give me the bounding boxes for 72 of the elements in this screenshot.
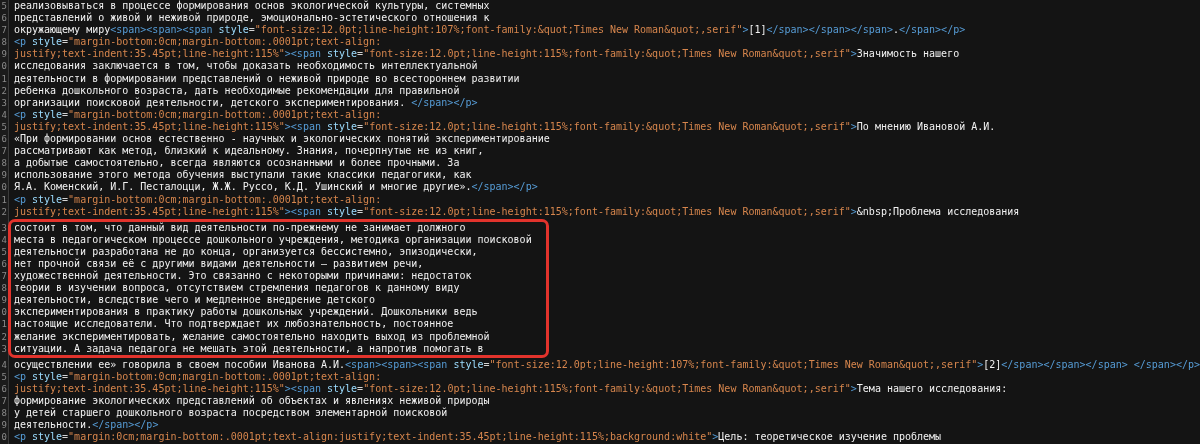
line-number: 0: [0, 431, 8, 444]
code-line: деятельности разработана не до конца, организуется бессистемно, эпизодически,: [13, 245, 478, 258]
line-number: 4: [0, 108, 8, 121]
code-line: художественной деятельности. Это связанно с некоторыми причинами: недостаток: [13, 270, 472, 283]
code-line: настоящие исследователи. Что подтверждает их любознательность, постоянное: [13, 318, 454, 331]
line-number: 9: [0, 419, 8, 432]
code-line: места в педагогическом процессе дошкольного учреждения, методика организации поисковой: [13, 233, 532, 246]
code-line: использование этого метода обучения выступали такие классики педагогики, как: [13, 169, 472, 181]
line-number: 8: [0, 282, 8, 295]
code-line: justify;text-indent:35.45pt;line-height:115%"><span style="font-size:12.0pt;line-height:115%;font-family:&quot;Times New Roman&quot;,serif">&nbsp;Проблема исследования: [13, 205, 1020, 218]
code-line: теории в изучении вопроса, отсутствием стремления педагогов к данному виду: [13, 282, 460, 295]
line-number: 2: [0, 330, 8, 343]
line-number: 6: [0, 133, 8, 146]
code-line: деятельности.</span></p>: [13, 419, 159, 432]
code-line: представлений о живой и неживой природе, эмоционально-эстетического отношения к: [13, 12, 490, 25]
line-number: 5: [0, 120, 8, 134]
code-line: деятельности, вследствие чего и медленное внедрение детского: [13, 294, 376, 306]
line-number: 4: [0, 358, 8, 371]
line-number: 3: [0, 221, 8, 234]
line-number: 9: [0, 169, 8, 182]
code-line: осуществлении ее» говорила в своем пособии Иванова А.И.<span><span><span style="font-size:12.0pt;line-height:107%;font-family:&quot;Times New Roman&quot;,serif">[2]</span></span></span> </span></p>: [13, 358, 1200, 371]
code-line: а добытые самостоятельно, всегда являются осознанными и более прочными. За: [13, 157, 460, 170]
line-number: 6: [0, 257, 8, 271]
line-number: 9: [0, 294, 8, 307]
line-number: 9: [0, 48, 8, 61]
code-line: justify;text-indent:35.45pt;line-height:115%"><span style="font-size:12.0pt;line-height:115%;font-family:&quot;Times New Roman&quot;,serif">Тема нашего исследования:: [13, 382, 1008, 395]
code-line: justify;text-indent:35.45pt;line-height:115%"><span style="font-size:12.0pt;line-height:115%;font-family:&quot;Times New Roman&quot;,serif">По мнению Ивановой А.И.: [13, 120, 996, 134]
line-number: 7: [0, 145, 8, 158]
code-line: состоит в том, что данный вид деятельности по-прежнему не занимает должного: [13, 221, 466, 234]
code-line: Я.А. Коменский, И.Г. Песталоцци, Ж.Ж. Руссо, К.Д. Ушинский и многие другие».</span></p>: [13, 181, 538, 194]
code-line: у детей старшего дошкольного возраста посредством элементарной поисковой: [13, 407, 448, 420]
line-number: 3: [0, 96, 8, 109]
line-number: 0: [0, 181, 8, 194]
code-line: деятельности в формировании представлений о неживой природе во всестороннем развитии: [13, 72, 520, 85]
code-line: <p style="margin-bottom:0cm;margin-bottom:.0001pt;text-align:: [13, 193, 382, 206]
line-number: 8: [0, 407, 8, 420]
code-line: <p style="margin-bottom:0cm;margin-bottom:.0001pt;text-align:: [13, 370, 382, 383]
code-line: экспериментирования в практику работы дошкольных учреждений. Дошкольники ведь: [13, 306, 478, 319]
line-number: 1: [0, 193, 8, 206]
line-number: 7: [0, 24, 8, 37]
code-line: нет прочной связи её с другими видами деятельности – развитием речи,: [13, 257, 424, 270]
line-number: 8: [0, 36, 8, 49]
code-line: ситуации. А задача педагога не мешать этой деятельности, а напротив помогать в: [13, 342, 484, 355]
code-line: желание экспериментировать, желание самостоятельно находить выход из проблемной: [13, 330, 490, 343]
code-line: исследования заключается в том, чтобы доказать необходимость интеллектуальной: [13, 60, 478, 73]
line-number: 4: [0, 233, 8, 246]
code-line: реализовываться в процессе формирования основ экологической культуры, системных: [13, 0, 490, 13]
line-number: 5: [0, 245, 8, 258]
line-number: 7: [0, 270, 8, 283]
line-number: 3: [0, 342, 8, 355]
code-line: justify;text-indent:35.45pt;line-height:115%"><span style="font-size:12.0pt;line-height:115%;font-family:&quot;Times New Roman&quot;,serif">Значимость нашего: [13, 48, 960, 61]
line-number: 6: [0, 12, 8, 25]
code-line: организации поисковой деятельности, детского экспериментирования. </span></p>: [13, 96, 478, 109]
code-line: формирование экологических представлений об объектах и явлениях неживой природы: [13, 395, 490, 408]
line-number: 5: [0, 370, 8, 383]
line-number: 0: [0, 306, 8, 319]
code-line: <p style="margin-bottom:0cm;margin-bottom:.0001pt;text-align:: [13, 36, 382, 49]
line-number: 8: [0, 157, 8, 170]
code-line: рассматривают как метод, близкий к идеальному. Знания, почерпнутые не из книг,: [13, 145, 484, 158]
line-number: 6: [0, 382, 8, 395]
code-line: окружающему миру<span><span><span style="font-size:12.0pt;line-height:107%;font-family:&quot;Times New Roman&quot;,serif">[1]</span></span></span>.</span></p>: [13, 24, 966, 37]
code-line: «При формировании основ естественно - научных и экологических понятий экспериментирование: [13, 133, 550, 145]
code-line: ребенка дошкольного возраста, дать необходимые рекомендации для правильной: [13, 84, 460, 97]
code-line: <p style="margin-bottom:0cm;margin-bottom:.0001pt;text-align:: [13, 108, 382, 121]
line-number: 0: [0, 60, 8, 73]
line-number: 2: [0, 205, 8, 218]
line-number: 2: [0, 84, 8, 97]
line-number: 1: [0, 318, 8, 331]
line-number: 7: [0, 395, 8, 408]
code-line: <p style="margin:0cm;margin-bottom:.0001pt;text-align:justify;text-indent:35.45pt;line-height:115%;background:white">Цель: теоретическое изучение проблемы: [13, 431, 942, 444]
line-number: 5: [0, 0, 8, 13]
line-number: 1: [0, 72, 8, 85]
